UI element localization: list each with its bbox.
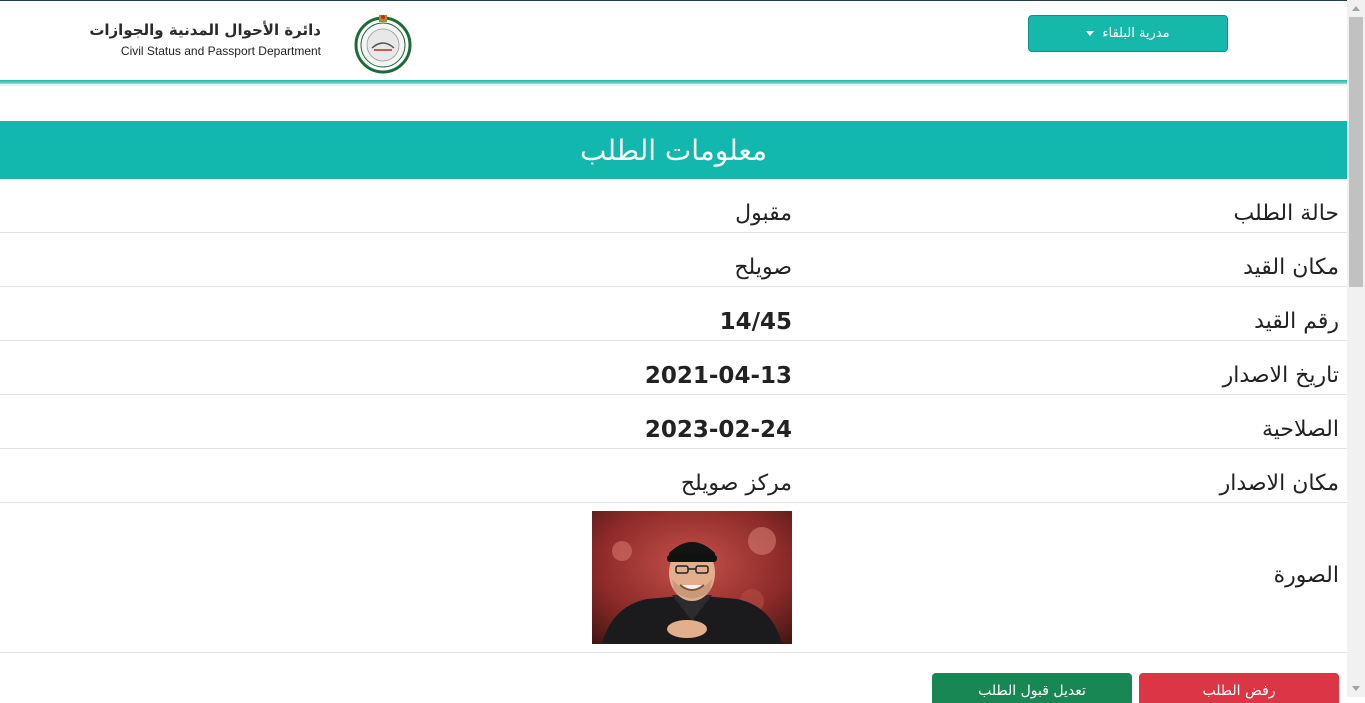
row-issue-place: مكان الاصدار مركز صويلح xyxy=(0,449,1347,503)
field-label: تاريخ الاصدار xyxy=(1222,363,1339,388)
scrollbar-thumb[interactable] xyxy=(1349,17,1363,287)
row-registry-place: مكان القيد صويلح xyxy=(0,233,1347,287)
directorate-dropdown-button[interactable]: مدرية البلقاء xyxy=(1028,15,1228,52)
row-registry-number: رقم القيد 14/45 xyxy=(0,287,1347,341)
row-issue-date: تاريخ الاصدار 2021-04-13 xyxy=(0,341,1347,395)
field-label: الصلاحية xyxy=(1261,417,1339,442)
request-info-table: حالة الطلب مقبول مكان القيد صويلح رقم ال… xyxy=(0,179,1347,653)
field-label: الصورة xyxy=(1273,563,1339,588)
department-seal-logo xyxy=(354,15,412,74)
field-label: مكان القيد xyxy=(1243,255,1339,280)
field-value: 14/45 xyxy=(719,309,792,335)
field-value: مركز صويلح xyxy=(680,471,792,496)
edit-accept-request-button[interactable]: تعديل قبول الطلب xyxy=(932,673,1132,703)
reject-request-button[interactable]: رفض الطلب xyxy=(1139,673,1339,703)
scroll-down-arrow-icon[interactable] xyxy=(1352,686,1360,691)
directorate-dropdown-label: مدرية البلقاء xyxy=(1102,26,1170,41)
section-title: معلومات الطلب xyxy=(579,133,768,167)
field-label: مكان الاصدار xyxy=(1219,471,1339,496)
field-label: حالة الطلب xyxy=(1233,201,1339,226)
row-photo: الصورة xyxy=(0,503,1347,653)
row-request-status: حالة الطلب مقبول xyxy=(0,179,1347,233)
navbar: دائرة الأحوال المدنية والجوازات Civil St… xyxy=(0,1,1347,81)
applicant-photo xyxy=(592,511,792,644)
department-name-arabic: دائرة الأحوال المدنية والجوازات xyxy=(89,21,321,39)
navbar-shadow xyxy=(0,84,1347,86)
field-value: مقبول xyxy=(735,201,792,226)
field-value: صويلح xyxy=(734,255,792,280)
row-expiry-date: الصلاحية 2023-02-24 xyxy=(0,395,1347,449)
department-name: دائرة الأحوال المدنية والجوازات Civil St… xyxy=(89,21,321,59)
field-label: رقم القيد xyxy=(1254,309,1339,334)
caret-down-icon xyxy=(1086,31,1095,36)
scroll-up-arrow-icon[interactable] xyxy=(1352,6,1360,11)
section-header: معلومات الطلب xyxy=(0,121,1347,179)
field-value: 2023-02-24 xyxy=(644,417,792,443)
department-name-english: Civil Status and Passport Department xyxy=(120,44,321,58)
field-value: 2021-04-13 xyxy=(644,363,792,389)
